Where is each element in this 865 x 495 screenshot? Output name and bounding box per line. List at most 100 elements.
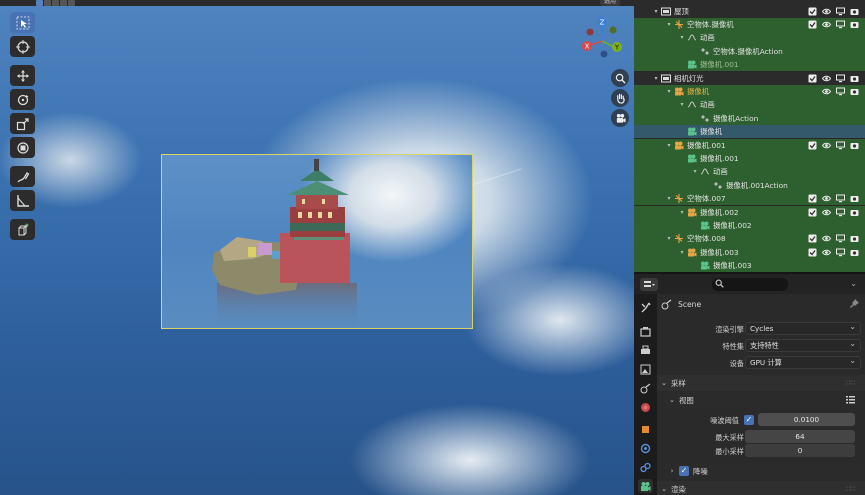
- mode-button-3[interactable]: [52, 0, 59, 6]
- expand-arrow-icon[interactable]: ▾: [665, 195, 673, 202]
- noise-threshold-checkbox[interactable]: ✓: [744, 415, 754, 425]
- annotate-tool[interactable]: [10, 166, 35, 187]
- outliner-row[interactable]: 空物体.摄像机Action: [634, 44, 865, 59]
- tab-constraints[interactable]: [638, 460, 653, 474]
- move-tool[interactable]: [10, 65, 35, 86]
- max-samples-field[interactable]: 64: [745, 430, 855, 443]
- eye-icon[interactable]: [822, 141, 831, 150]
- viewport-subpanel-header[interactable]: ⌄ 视图: [665, 392, 863, 408]
- pan-button[interactable]: [611, 89, 629, 107]
- select-box-tool[interactable]: [10, 12, 35, 33]
- camera-icon[interactable]: [850, 141, 859, 150]
- tab-tool[interactable]: [638, 300, 653, 314]
- cursor-tool[interactable]: [10, 36, 35, 57]
- expand-arrow-icon[interactable]: ▾: [665, 21, 673, 28]
- outliner-row[interactable]: 摄像机.001: [634, 58, 865, 72]
- eye-icon[interactable]: [822, 248, 831, 257]
- outliner-row[interactable]: ▾ 摄像机.003: [634, 245, 865, 260]
- properties-search-input[interactable]: [712, 278, 788, 291]
- eye-icon[interactable]: [822, 194, 831, 203]
- camera-icon[interactable]: [850, 248, 859, 257]
- expand-arrow-icon[interactable]: ▾: [678, 209, 686, 216]
- outliner-row[interactable]: ▾ 空物体.008: [634, 232, 865, 246]
- outliner-row[interactable]: ▾ 空物体.007: [634, 192, 865, 206]
- outliner-row[interactable]: 摄像机.001: [634, 151, 865, 166]
- camera-icon[interactable]: [850, 87, 859, 96]
- checkbox-icon[interactable]: [808, 194, 817, 203]
- render-panel-header[interactable]: ⌄ 渲染 ∷∷: [657, 481, 865, 495]
- outliner-row[interactable]: ▾ 相机灯光: [634, 71, 865, 85]
- tab-output[interactable]: [638, 343, 653, 357]
- tab-scene[interactable]: [638, 381, 653, 395]
- tab-render[interactable]: [638, 324, 653, 338]
- outliner-panel[interactable]: ▾ 屋顶 ▾ 空物体.摄像机 ▾ 动画 空物体.摄像机Action 摄像机.001 ▾ 相机灯光 ▾…: [634, 0, 865, 272]
- outliner-row[interactable]: ▾ 屋顶: [634, 4, 865, 18]
- monitor-icon[interactable]: [836, 248, 845, 257]
- checkbox-icon[interactable]: [808, 141, 817, 150]
- pin-icon[interactable]: [850, 299, 859, 308]
- outliner-row[interactable]: 摄像机: [634, 125, 865, 139]
- camera-icon[interactable]: [850, 208, 859, 217]
- outliner-row[interactable]: ▾ 摄像机: [634, 84, 865, 99]
- drag-handle-icon[interactable]: ∷∷: [846, 379, 855, 387]
- eye-icon[interactable]: [822, 87, 831, 96]
- expand-arrow-icon[interactable]: ▾: [665, 142, 673, 149]
- rotate-tool[interactable]: [10, 89, 35, 110]
- camera-icon[interactable]: [850, 7, 859, 16]
- tab-object[interactable]: [638, 422, 653, 436]
- list-icon[interactable]: [846, 395, 855, 404]
- eye-icon[interactable]: [822, 7, 831, 16]
- min-samples-field[interactable]: 0: [745, 444, 855, 457]
- denoise-subpanel-header[interactable]: › ✓ 降噪: [665, 463, 863, 479]
- outliner-row[interactable]: 摄像机Action: [634, 111, 865, 126]
- expand-arrow-icon[interactable]: ▾: [652, 8, 660, 15]
- zoom-button[interactable]: [611, 69, 629, 87]
- measure-tool[interactable]: [10, 190, 35, 211]
- outliner-row[interactable]: ▾ 空物体.摄像机: [634, 17, 865, 32]
- expand-arrow-icon[interactable]: ▾: [691, 168, 699, 175]
- sampling-panel-header[interactable]: ⌄ 采样 ∷∷: [657, 375, 865, 391]
- expand-arrow-icon[interactable]: ▾: [665, 88, 673, 95]
- outliner-row[interactable]: ▾ 动画: [634, 31, 865, 45]
- monitor-icon[interactable]: [836, 194, 845, 203]
- outliner-row[interactable]: 摄像机.002: [634, 218, 865, 233]
- checkbox-icon[interactable]: [808, 208, 817, 217]
- outliner-row[interactable]: ▾ 摄像机.001: [634, 138, 865, 152]
- camera-view-button[interactable]: [611, 109, 629, 127]
- denoise-checkbox[interactable]: ✓: [679, 466, 689, 476]
- monitor-icon[interactable]: [836, 208, 845, 217]
- checkbox-icon[interactable]: [808, 74, 817, 83]
- 3d-viewport[interactable]: 选用 Z Y X: [0, 0, 634, 495]
- outliner-row[interactable]: 摄像机.001Action: [634, 178, 865, 193]
- expand-arrow-icon[interactable]: ▾: [665, 235, 673, 242]
- outliner-row[interactable]: ▾ 动画: [634, 98, 865, 112]
- expand-arrow-icon[interactable]: ▾: [678, 34, 686, 41]
- outliner-row[interactable]: ▾ 摄像机.002: [634, 205, 865, 219]
- expand-arrow-icon[interactable]: ▾: [678, 249, 686, 256]
- checkbox-icon[interactable]: [808, 234, 817, 243]
- chevron-down-icon[interactable]: ⌄: [850, 279, 857, 288]
- monitor-icon[interactable]: [836, 74, 845, 83]
- eye-icon[interactable]: [822, 74, 831, 83]
- monitor-icon[interactable]: [836, 7, 845, 16]
- mode-button-2[interactable]: [44, 0, 51, 6]
- device-dropdown[interactable]: GPU 计算: [745, 355, 861, 369]
- mode-button-1[interactable]: [36, 0, 43, 6]
- scale-tool[interactable]: [10, 113, 35, 134]
- camera-icon[interactable]: [850, 234, 859, 243]
- checkbox-icon[interactable]: [808, 20, 817, 29]
- render-engine-dropdown[interactable]: Cycles: [745, 321, 861, 335]
- camera-icon[interactable]: [850, 74, 859, 83]
- eye-icon[interactable]: [822, 208, 831, 217]
- navigation-gizmo[interactable]: Z Y X: [580, 16, 624, 60]
- eye-icon[interactable]: [822, 234, 831, 243]
- camera-frame[interactable]: [161, 154, 473, 329]
- monitor-icon[interactable]: [836, 141, 845, 150]
- camera-icon[interactable]: [850, 194, 859, 203]
- monitor-icon[interactable]: [836, 87, 845, 96]
- monitor-icon[interactable]: [836, 234, 845, 243]
- expand-arrow-icon[interactable]: ▾: [678, 101, 686, 108]
- monitor-icon[interactable]: [836, 20, 845, 29]
- mode-button-4[interactable]: [60, 0, 67, 6]
- mode-button-5[interactable]: [68, 0, 75, 6]
